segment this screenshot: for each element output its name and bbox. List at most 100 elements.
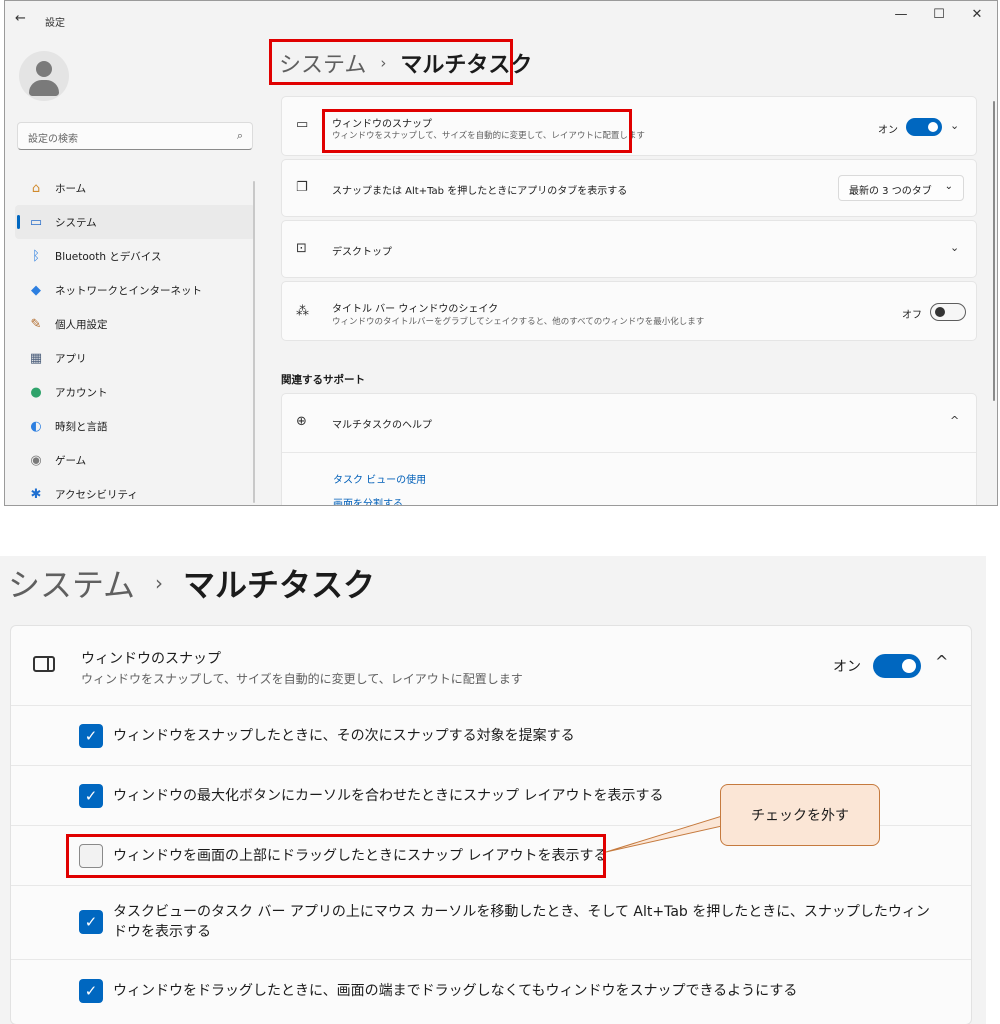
title-bar: ← 設定 — ☐ ✕ [5,1,997,37]
option-row: ✓ ウィンドウをドラッグしたときに、画面の端までドラッグしなくてもウィンドウをスナ… [11,960,971,1022]
page-title: マルチタスク [183,566,376,604]
breadcrumb: システム › マルチタスク [279,47,532,79]
card-help: ⊕ マルチタスクのヘルプ ^ タスク ビューの使用 画面を分割する [281,393,977,505]
callout: チェックを外す [720,784,880,846]
sidebar-item[interactable]: ▭ システム [15,205,255,239]
breadcrumb-separator-icon: › [380,54,387,72]
sidebar-item-label: ゲーム [55,454,87,467]
checkbox-unchecked[interactable] [79,844,103,868]
account-icon: ● [30,384,42,400]
tabs-dropdown[interactable]: 最新の 3 つのタブ ⌄ [838,175,964,201]
card-subtitle: ウィンドウのタイトルバーをグラブしてシェイクすると、他のすべてのウィンドウを最小… [332,317,705,327]
home-icon: ⌂ [31,180,41,196]
settings-window: ← 設定 — ☐ ✕ 設定の検索 ⌕ ⌂ ホーム ▭ システム ᛒ Bluetooth と… [4,0,998,506]
sidebar-scrollbar[interactable] [253,181,255,503]
sidebar-item[interactable]: ⌂ ホーム [15,171,255,205]
divider [282,452,976,453]
chevron-up-icon[interactable]: ^ [950,414,959,427]
snap-icon: ▭ [296,117,309,132]
avatar-head [36,61,52,77]
snap-toggle[interactable] [906,118,942,136]
close-icon[interactable]: ✕ [967,7,987,22]
brush-icon: ✎ [30,316,42,332]
chevron-down-icon: ⌄ [944,181,953,192]
sidebar-item-label: 時刻と言語 [55,420,108,433]
sidebar-item-label: ネットワークとインターネット [55,284,202,297]
sidebar-item-label: システム [55,216,97,229]
sidebar-item[interactable]: ● アカウント [15,375,255,409]
avatar-body [29,80,59,96]
search-icon: ⌕ [236,129,243,142]
option-label: タスクビューのタスク バー アプリの上にマウス カーソルを移動したとき、そして … [113,904,930,940]
snap-toggle[interactable] [873,654,921,678]
card-header[interactable]: ウィンドウのスナップ ウィンドウをスナップして、サイズを自動的に変更して、レイア… [11,626,971,706]
option-label: ウィンドウをスナップしたときに、その次にスナップする対象を提案する [113,728,575,744]
content-scrollbar[interactable] [993,101,995,401]
apps-icon: ▦ [29,350,43,366]
card-subtitle: ウィンドウをスナップして、サイズを自動的に変更して、レイアウトに配置します [332,131,645,141]
shake-icon: ⁂ [296,304,309,319]
sidebar-item[interactable]: ◉ ゲーム [15,443,255,477]
game-icon: ◉ [30,452,42,468]
option-row: ✓ ウィンドウをスナップしたときに、その次にスナップする対象を提案する [11,706,971,766]
system-icon: ▭ [29,214,43,230]
search-placeholder: 設定の検索 [28,134,78,145]
breadcrumb: システム › マルチタスク [8,560,375,606]
card-title: ウィンドウのスナップ [332,119,432,130]
chevron-up-icon[interactable]: ^ [935,652,948,671]
page-title: マルチタスク [400,53,533,78]
card-title: タイトル バー ウィンドウのシェイク [332,304,499,315]
card-window-snap[interactable]: ▭ ウィンドウのスナップ ウィンドウをスナップして、サイズを自動的に変更して、レ… [281,96,977,156]
network-icon: ◆ [31,282,41,298]
toggle-label: オフ [902,310,922,321]
maximize-icon[interactable]: ☐ [929,7,949,22]
card-alt-tab: ❐ スナップまたは Alt+Tab を押したときにアプリのタブを表示する 最新の… [281,159,977,217]
sidebar-item-label: ホーム [55,182,87,195]
chevron-down-icon[interactable]: ⌄ [950,119,959,132]
checkbox-checked[interactable]: ✓ [79,910,103,934]
help-link[interactable]: 画面を分割する [333,495,403,505]
toggle-label: オン [833,659,861,675]
checkbox-checked[interactable]: ✓ [79,784,103,808]
time-language-icon: ◐ [30,418,42,434]
globe-icon: ⊕ [296,414,307,429]
help-link[interactable]: タスク ビューの使用 [333,471,426,486]
back-arrow-icon[interactable]: ← [15,11,26,26]
breadcrumb-separator-icon: › [155,571,164,595]
option-label: ウィンドウをドラッグしたときに、画面の端までドラッグしなくてもウィンドウをスナッ… [113,983,798,999]
sidebar-item[interactable]: ◐ 時刻と言語 [15,409,255,443]
desktop-icon: ⊡ [296,241,307,256]
search-input[interactable]: 設定の検索 ⌕ [17,122,253,150]
active-indicator [17,215,20,229]
minimize-icon[interactable]: — [891,7,911,22]
card-title: スナップまたは Alt+Tab を押したときにアプリのタブを表示する [332,186,628,197]
shake-toggle[interactable] [930,303,966,321]
snap-icon [33,656,55,672]
card-desktop[interactable]: ⊡ デスクトップ ⌄ [281,220,977,278]
sidebar-item-label: アクセシビリティ [55,488,138,501]
breadcrumb-parent[interactable]: システム [279,47,366,79]
bluetooth-icon: ᛒ [32,248,40,264]
dropdown-value: 最新の 3 つのタブ [849,186,932,197]
breadcrumb-parent[interactable]: システム [8,560,135,606]
card-title: デスクトップ [332,247,392,258]
chevron-down-icon[interactable]: ⌄ [950,241,959,254]
sidebar-item[interactable]: ✎ 個人用設定 [15,307,255,341]
avatar[interactable] [19,51,69,101]
sidebar-item-label: アプリ [55,352,87,365]
option-row: ✓ タスクビューのタスク バー アプリの上にマウス カーソルを移動したとき、そして… [11,886,971,960]
toggle-label: オン [878,125,898,136]
window-title: 設定 [45,18,65,29]
sidebar-item-label: アカウント [55,386,108,399]
sidebar-item-label: Bluetooth とデバイス [55,250,162,263]
card-title-bar-shake: ⁂ タイトル バー ウィンドウのシェイク ウィンドウのタイトルバーをグラブしてシ… [281,281,977,341]
sidebar-item[interactable]: ▦ アプリ [15,341,255,375]
sidebar-item[interactable]: ✱ アクセシビリティ [15,477,255,505]
checkbox-checked[interactable]: ✓ [79,724,103,748]
sidebar-item-label: 個人用設定 [55,318,108,331]
card-title: ウィンドウのスナップ [81,651,221,667]
checkbox-checked[interactable]: ✓ [79,979,103,1003]
sidebar-item[interactable]: ᛒ Bluetooth とデバイス [15,239,255,273]
sidebar-item[interactable]: ◆ ネットワークとインターネット [15,273,255,307]
card-subtitle: ウィンドウをスナップして、サイズを自動的に変更して、レイアウトに配置します [81,672,523,686]
